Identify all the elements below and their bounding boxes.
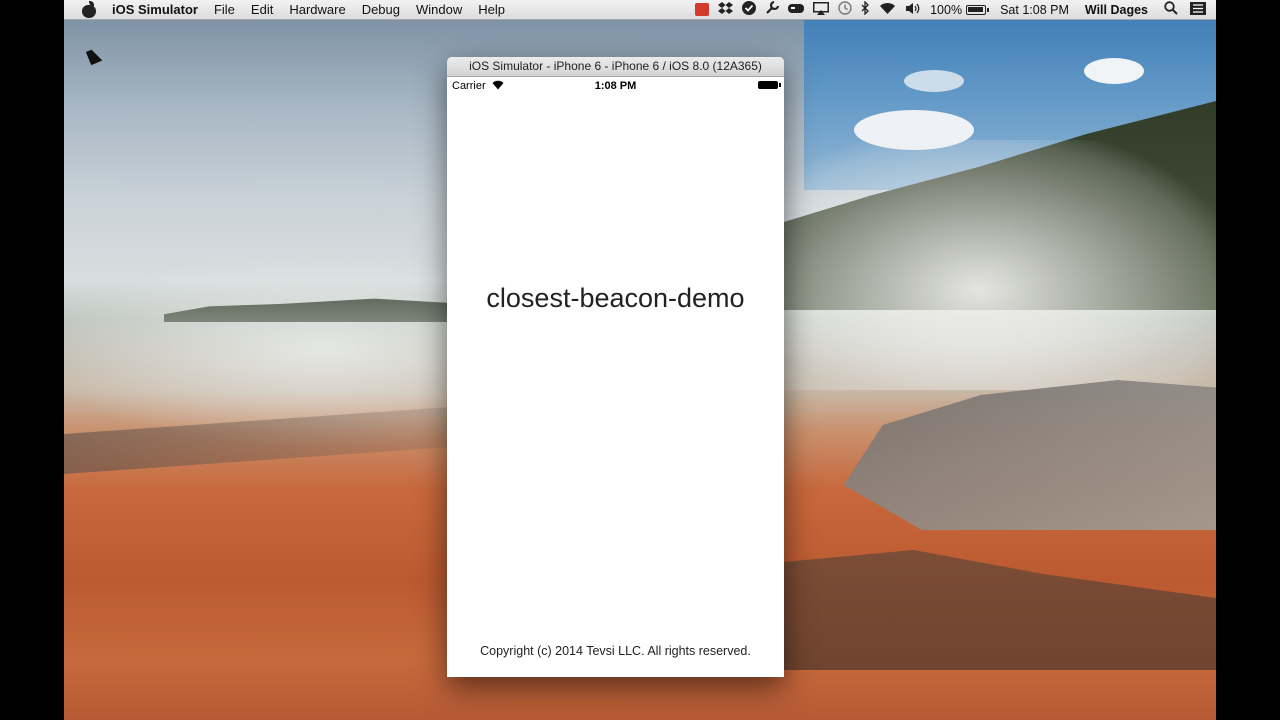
apple-menu-icon[interactable] [82,0,96,18]
mac-menu-bar: iOS Simulator File Edit Hardware Debug W… [64,0,1216,20]
wrench-icon[interactable] [765,0,780,18]
menu-file[interactable]: File [214,2,235,17]
simulator-window: iOS Simulator - iPhone 6 - iPhone 6 / iO… [447,57,784,677]
wallpaper-pool [843,380,1216,530]
menu-extras: 100% Sat 1:08 PM Will Dages [686,0,1216,20]
wallpaper-cloud [904,70,964,92]
menu-edit[interactable]: Edit [251,2,273,17]
app-menu[interactable]: iOS Simulator [112,2,198,17]
checkmark-icon[interactable] [742,1,757,18]
wallpaper-streak [64,406,464,474]
ios-battery-icon [758,81,781,89]
wallpaper-mineral-band [784,550,1216,670]
search-icon[interactable] [1164,1,1178,18]
menu-clock[interactable]: Sat 1:08 PM [1000,3,1069,17]
menu-help[interactable]: Help [478,2,505,17]
wallpaper-ridge [164,298,464,322]
bluetooth-icon[interactable] [861,0,870,18]
time-machine-icon[interactable] [838,1,852,18]
menu-debug[interactable]: Debug [362,2,400,17]
ios-status-bar: Carrier 1:08 PM [447,77,784,95]
copyright-text: Copyright (c) 2014 Tevsi LLC. All rights… [480,644,751,658]
airplay-icon[interactable] [813,1,830,18]
list-icon[interactable] [1190,1,1206,18]
letterbox-left [0,0,64,720]
simulator-title-bar[interactable]: iOS Simulator - iPhone 6 - iPhone 6 / iO… [447,57,784,77]
volume-icon[interactable] [905,2,921,18]
wallpaper-cloud [1084,58,1144,84]
film-icon[interactable] [695,3,710,16]
iphone-screen[interactable]: Carrier 1:08 PM closest-beacon-demo Copy… [447,77,784,677]
battery-icon[interactable] [966,4,990,15]
app-title: closest-beacon-demo [486,283,745,313]
dropbox-icon[interactable] [718,1,734,18]
gamepad-icon[interactable] [788,2,805,17]
wifi-icon[interactable] [879,2,896,18]
letterbox-right [1216,0,1280,720]
ios-status-time: 1:08 PM [594,80,637,92]
battery-percent[interactable]: 100% [930,3,962,17]
menu-hardware[interactable]: Hardware [289,2,345,17]
user-menu[interactable]: Will Dages [1085,3,1148,17]
menu-window[interactable]: Window [416,2,462,17]
wallpaper-steam [784,140,1216,390]
